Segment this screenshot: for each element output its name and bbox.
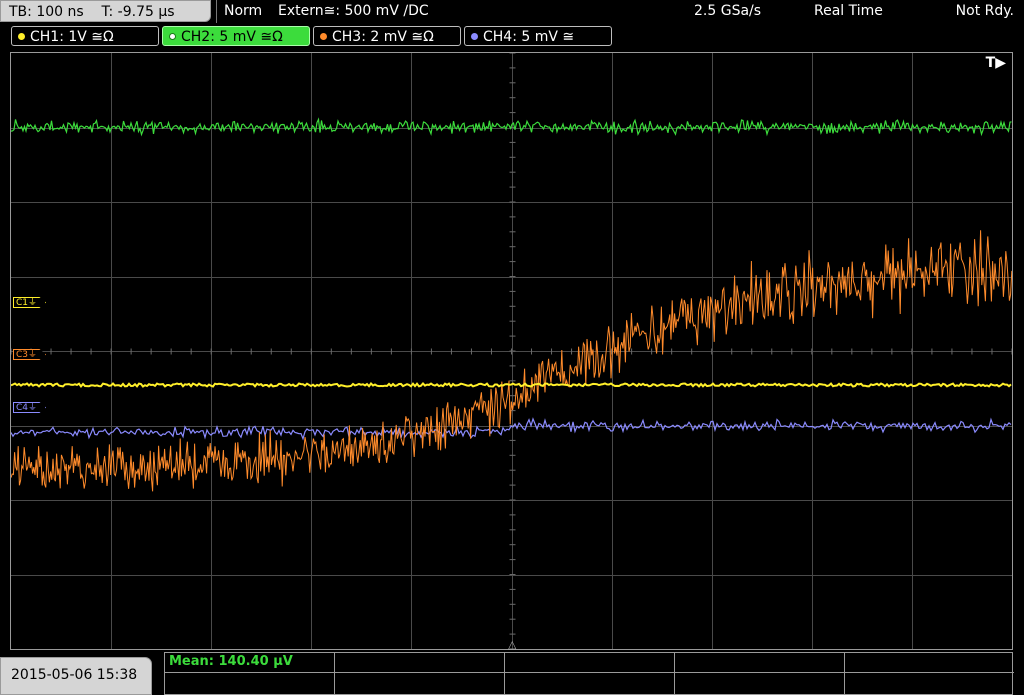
channel-1-dot-icon (18, 33, 25, 40)
channel-3-dot-icon (320, 33, 327, 40)
channel-4-offset-marker[interactable]: C4⏚ (13, 402, 47, 413)
channel-4-dot-icon (471, 33, 478, 40)
channel-3-tab[interactable]: CH3: 2 mV ≅Ω (313, 26, 461, 46)
channel-4-tab[interactable]: CH4: 5 mV ≅ (464, 26, 612, 46)
waveform-canvas (11, 53, 1012, 649)
channel-bar: CH1: 1V ≅Ω CH2: 5 mV ≅Ω CH3: 2 mV ≅Ω CH4… (0, 26, 1024, 48)
timebase-panel[interactable]: TB: 100 ns T: -9.75 µs (0, 0, 211, 22)
acquisition-status: Not Rdy. (955, 3, 1014, 19)
channel-1-tab[interactable]: CH1: 1V ≅Ω (11, 26, 159, 46)
channel-1-trace (11, 381, 1012, 389)
channel-2-label: CH2: 5 mV ≅Ω (181, 29, 283, 45)
measurement-cell[interactable]: Mean: 140.40 µV (165, 653, 335, 673)
measurement-cell-empty[interactable] (505, 653, 675, 673)
channel-1-offset-marker[interactable]: C1⏚ (13, 297, 47, 308)
measurement-mean: Mean: 140.40 µV (169, 654, 293, 669)
trigger-mode[interactable]: Norm (224, 0, 262, 22)
measurement-cell-empty[interactable] (335, 653, 505, 673)
measurement-cell-empty[interactable] (675, 673, 845, 694)
bottom-bar: 2015-05-06 15:38 Mean: 140.40 µV (0, 652, 1024, 695)
date-time: 2015-05-06 15:38 (0, 657, 152, 695)
measurement-cell-empty[interactable] (165, 673, 335, 694)
channel-4-label: CH4: 5 mV ≅ (483, 29, 575, 45)
measurement-cell-empty[interactable] (675, 653, 845, 673)
trigger-time-label: T: -9.75 µs (101, 4, 175, 20)
status-bar: TB: 100 ns T: -9.75 µs Norm Extern≅: 500… (0, 0, 1024, 24)
measurement-cell-empty[interactable] (505, 673, 675, 694)
acquisition-mode[interactable]: Real Time (814, 0, 883, 22)
measurement-cell-empty[interactable] (335, 673, 505, 694)
measurement-cell-empty[interactable] (845, 653, 1014, 673)
channel-3-trace (11, 230, 1012, 492)
channel-2-dot-icon (169, 33, 176, 40)
oscilloscope-screen: TB: 100 ns T: -9.75 µs Norm Extern≅: 500… (0, 0, 1024, 695)
timebase-label: TB: 100 ns (9, 4, 84, 20)
channel-2-tab[interactable]: CH2: 5 mV ≅Ω (162, 26, 310, 46)
channel-1-label: CH1: 1V ≅Ω (30, 29, 114, 45)
divider (216, 0, 217, 23)
channel-3-label: CH3: 2 mV ≅Ω (332, 29, 434, 45)
trigger-position-icon: T▶ (985, 55, 1006, 71)
trigger-point-icon: △ (508, 638, 517, 651)
waveform-display[interactable]: T▶ C1⏚ C3⏚ C4⏚ △ (10, 52, 1013, 651)
measurement-cell-empty[interactable] (845, 673, 1014, 694)
sample-rate[interactable]: 2.5 GSa/s (694, 0, 761, 22)
channel-2-trace (11, 117, 1012, 137)
channel-3-offset-marker[interactable]: C3⏚ (13, 349, 47, 360)
trigger-source[interactable]: Extern≅: 500 mV ∕DC (278, 0, 429, 22)
channel-4-trace (11, 417, 1012, 441)
measurement-table: Mean: 140.40 µV (164, 652, 1014, 695)
